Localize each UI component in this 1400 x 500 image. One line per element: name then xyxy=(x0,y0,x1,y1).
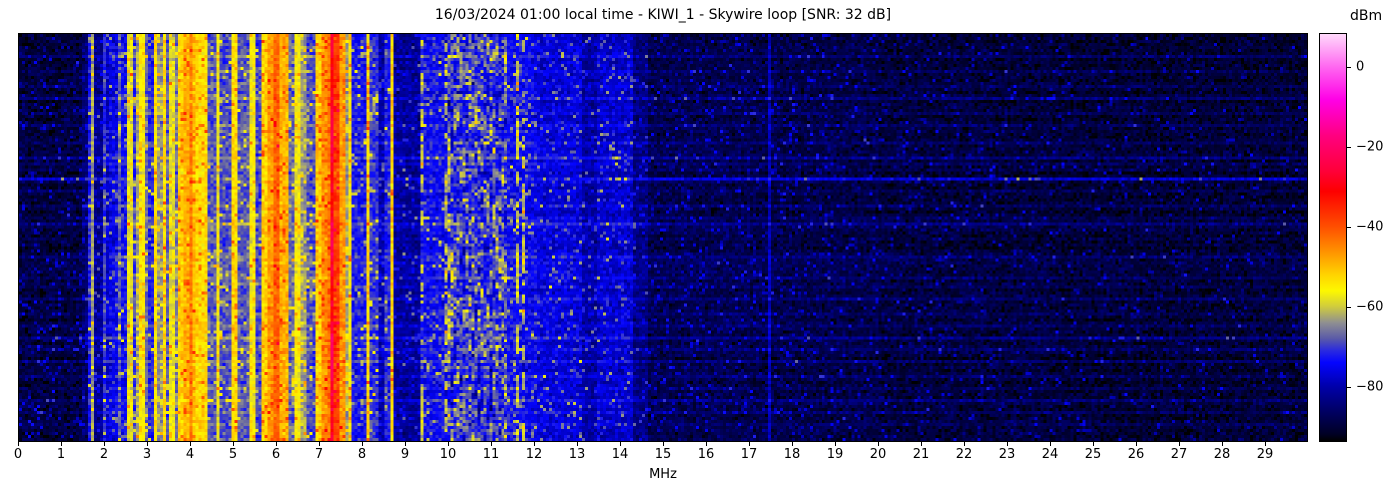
x-tick-label: 20 xyxy=(869,447,887,462)
x-tick-mark xyxy=(1136,442,1137,446)
x-tick-mark xyxy=(1179,442,1180,446)
x-axis-label: MHz xyxy=(649,467,677,482)
x-tick-label: 11 xyxy=(482,447,500,462)
x-tick-mark xyxy=(663,442,664,446)
colorbar-tick-label: −20 xyxy=(1356,139,1384,155)
colorbar-tick-mark xyxy=(1347,387,1351,388)
x-tick-mark xyxy=(276,442,277,446)
x-tick-label: 16 xyxy=(697,447,715,462)
chart-title: 16/03/2024 01:00 local time - KIWI_1 - S… xyxy=(434,7,892,23)
x-tick-mark xyxy=(18,442,19,446)
x-tick-label: 28 xyxy=(1213,447,1231,462)
x-tick-label: 24 xyxy=(1041,447,1059,462)
x-tick-mark xyxy=(964,442,965,446)
x-tick-label: 6 xyxy=(271,447,281,462)
x-tick-label: 10 xyxy=(439,447,457,462)
x-tick-label: 19 xyxy=(826,447,844,462)
x-tick-label: 13 xyxy=(568,447,586,462)
x-tick-mark xyxy=(1222,442,1223,446)
x-tick-mark xyxy=(362,442,363,446)
spectrogram-canvas xyxy=(19,34,1307,441)
x-tick-mark xyxy=(448,442,449,446)
x-tick-label: 29 xyxy=(1256,447,1274,462)
colorbar-tick-label: −60 xyxy=(1356,299,1384,315)
x-tick-mark xyxy=(190,442,191,446)
x-tick-label: 21 xyxy=(912,447,930,462)
x-tick-label: 2 xyxy=(99,447,109,462)
x-tick-mark xyxy=(749,442,750,446)
x-tick-mark xyxy=(1093,442,1094,446)
colorbar-tick-label: −40 xyxy=(1356,219,1384,235)
x-tick-label: 1 xyxy=(56,447,66,462)
x-tick-mark xyxy=(1007,442,1008,446)
x-tick-mark xyxy=(1050,442,1051,446)
x-tick-label: 27 xyxy=(1170,447,1188,462)
x-tick-mark xyxy=(577,442,578,446)
colorbar-tick-mark xyxy=(1347,67,1351,68)
x-tick-label: 7 xyxy=(314,447,324,462)
spectrogram-plot xyxy=(18,33,1308,442)
colorbar-tick-label: 0 xyxy=(1356,59,1365,75)
x-tick-mark xyxy=(1265,442,1266,446)
x-tick-mark xyxy=(491,442,492,446)
x-tick-mark xyxy=(405,442,406,446)
x-tick-mark xyxy=(233,442,234,446)
colorbar xyxy=(1319,33,1347,442)
colorbar-tick-mark xyxy=(1347,307,1351,308)
colorbar-tick-label: −80 xyxy=(1356,379,1384,395)
x-tick-label: 23 xyxy=(998,447,1016,462)
x-tick-label: 5 xyxy=(228,447,238,462)
x-tick-label: 14 xyxy=(611,447,629,462)
x-tick-label: 3 xyxy=(142,447,152,462)
x-tick-mark xyxy=(104,442,105,446)
x-tick-mark xyxy=(878,442,879,446)
figure: 16/03/2024 01:00 local time - KIWI_1 - S… xyxy=(0,0,1400,500)
x-tick-label: 12 xyxy=(525,447,543,462)
colorbar-tick-mark xyxy=(1347,147,1351,148)
x-tick-label: 17 xyxy=(740,447,758,462)
colorbar-tick-mark xyxy=(1347,227,1351,228)
colorbar-gradient xyxy=(1320,34,1346,441)
colorbar-unit-label: dBm xyxy=(1350,8,1383,24)
x-tick-label: 18 xyxy=(783,447,801,462)
x-tick-mark xyxy=(835,442,836,446)
x-tick-mark xyxy=(319,442,320,446)
x-tick-label: 4 xyxy=(185,447,195,462)
x-tick-label: 26 xyxy=(1127,447,1145,462)
x-tick-mark xyxy=(706,442,707,446)
x-tick-label: 22 xyxy=(955,447,973,462)
x-tick-mark xyxy=(534,442,535,446)
x-tick-label: 9 xyxy=(400,447,410,462)
x-tick-mark xyxy=(61,442,62,446)
x-tick-mark xyxy=(147,442,148,446)
x-tick-label: 8 xyxy=(357,447,367,462)
x-tick-label: 25 xyxy=(1084,447,1102,462)
x-tick-mark xyxy=(620,442,621,446)
x-tick-label: 15 xyxy=(654,447,672,462)
x-tick-mark xyxy=(921,442,922,446)
x-tick-mark xyxy=(792,442,793,446)
x-tick-label: 0 xyxy=(13,447,23,462)
